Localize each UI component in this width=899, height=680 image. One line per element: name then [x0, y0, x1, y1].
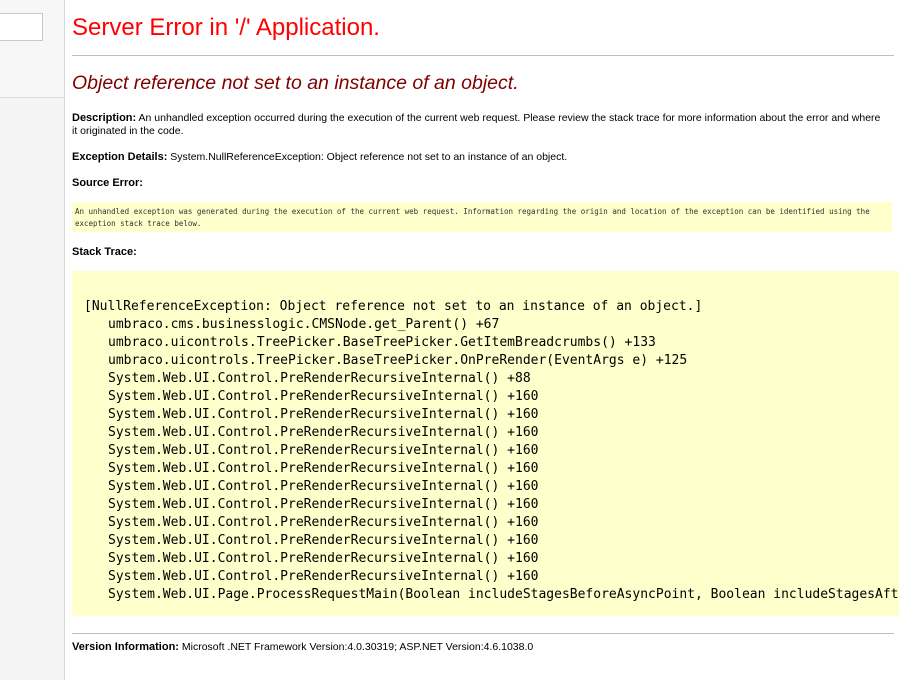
- error-message: Object reference not set to an instance …: [72, 72, 519, 94]
- left-panel-search-input[interactable]: [0, 13, 43, 41]
- description-paragraph: Description: An unhandled exception occu…: [72, 112, 887, 138]
- stack-frame: System.Web.UI.Page.ProcessRequestMain(Bo…: [108, 587, 899, 602]
- stack-trace-text: [NullReferenceException: Object referenc…: [84, 298, 899, 604]
- stack-trace-box[interactable]: [NullReferenceException: Object referenc…: [72, 271, 899, 616]
- stack-frame: umbraco.uicontrols.TreePicker.BaseTreePi…: [108, 335, 656, 350]
- stack-frame: System.Web.UI.Control.PreRenderRecursive…: [108, 533, 539, 548]
- stack-frame: System.Web.UI.Control.PreRenderRecursive…: [108, 389, 539, 404]
- stack-frame: System.Web.UI.Control.PreRenderRecursive…: [108, 569, 539, 584]
- stack-frame: System.Web.UI.Control.PreRenderRecursive…: [108, 407, 539, 422]
- exception-details-label: Exception Details:: [72, 151, 168, 163]
- source-error-box: An unhandled exception was generated dur…: [72, 202, 892, 232]
- version-information: Version Information: Microsoft .NET Fram…: [72, 641, 533, 653]
- stack-trace-label: Stack Trace:: [72, 246, 137, 258]
- stack-frame: System.Web.UI.Control.PreRenderRecursive…: [108, 461, 539, 476]
- description-text: An unhandled exception occurred during t…: [72, 112, 881, 137]
- source-error-label: Source Error:: [72, 177, 143, 189]
- stack-trace-header: [NullReferenceException: Object referenc…: [84, 299, 703, 314]
- stack-frame: System.Web.UI.Control.PreRenderRecursive…: [108, 425, 539, 440]
- page-title: Server Error in '/' Application.: [72, 14, 380, 41]
- stack-frame: System.Web.UI.Control.PreRenderRecursive…: [108, 551, 539, 566]
- stack-frame: System.Web.UI.Control.PreRenderRecursive…: [108, 515, 539, 530]
- title-divider: [72, 55, 894, 56]
- stack-frame: umbraco.cms.businesslogic.CMSNode.get_Pa…: [108, 317, 500, 332]
- stack-frame: System.Web.UI.Control.PreRenderRecursive…: [108, 497, 539, 512]
- exception-details-text: System.NullReferenceException: Object re…: [170, 151, 568, 163]
- stack-frame: umbraco.uicontrols.TreePicker.BaseTreePi…: [108, 353, 688, 368]
- left-panel-header: [0, 0, 64, 98]
- exception-details-paragraph: Exception Details: System.NullReferenceE…: [72, 151, 887, 164]
- stack-frame: System.Web.UI.Control.PreRenderRecursive…: [108, 443, 539, 458]
- stack-frame: System.Web.UI.Control.PreRenderRecursive…: [108, 479, 539, 494]
- left-side-panel: [0, 0, 65, 680]
- stack-frame: System.Web.UI.Control.PreRenderRecursive…: [108, 371, 531, 386]
- version-divider: [72, 633, 894, 634]
- description-label: Description:: [72, 112, 137, 124]
- version-information-label: Version Information:: [72, 641, 179, 653]
- version-information-text: Microsoft .NET Framework Version:4.0.303…: [181, 641, 534, 653]
